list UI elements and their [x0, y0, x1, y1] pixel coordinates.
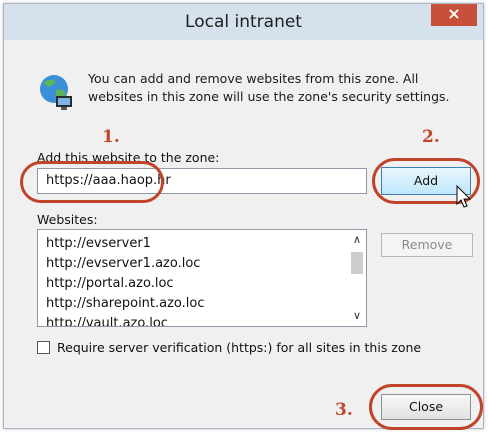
require-https-label[interactable]: Require server verification (https:) for…	[57, 340, 421, 355]
mouse-pointer-icon	[456, 185, 472, 208]
title-bar: Local intranet ×	[4, 4, 483, 40]
highlight-ring-close	[369, 384, 483, 430]
remove-button[interactable]: Remove	[381, 233, 473, 257]
highlight-ring-input	[20, 161, 164, 203]
scroll-thumb[interactable]	[351, 252, 363, 274]
list-item[interactable]: http://evserver1.azo.loc	[46, 254, 346, 274]
scroll-up-icon[interactable]: ∧	[348, 232, 366, 248]
websites-list[interactable]: http://evserver1 http://evserver1.azo.lo…	[37, 229, 367, 327]
dialog-title: Local intranet	[185, 12, 302, 32]
list-item[interactable]: http://vault.azo.loc	[46, 314, 346, 326]
dialog-window: Local intranet × You can add and remove …	[3, 3, 484, 430]
list-item[interactable]: http://portal.azo.loc	[46, 274, 346, 294]
list-item[interactable]: http://sharepoint.azo.loc	[46, 294, 346, 314]
annotation-step-3: 3.	[335, 400, 353, 420]
close-window-button[interactable]: ×	[431, 4, 477, 26]
globe-network-icon	[40, 75, 72, 110]
scroll-down-icon[interactable]: ∨	[348, 308, 366, 324]
websites-label: Websites:	[37, 212, 98, 227]
websites-list-items: http://evserver1 http://evserver1.azo.lo…	[46, 234, 346, 326]
intro-text: You can add and remove websites from thi…	[88, 71, 450, 104]
require-https-checkbox[interactable]	[37, 341, 50, 354]
annotation-step-2: 2.	[422, 127, 440, 147]
list-item[interactable]: http://evserver1	[46, 234, 346, 254]
list-scrollbar[interactable]: ∧ ∨	[348, 230, 366, 326]
annotation-step-1: 1.	[102, 127, 120, 147]
